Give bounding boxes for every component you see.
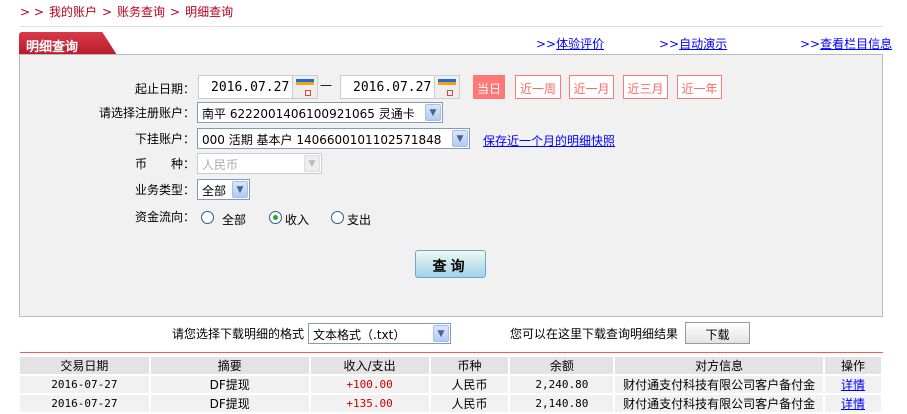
sub-account-select[interactable]: 000 活期 基本户 1406600101102571848 ▼: [197, 128, 470, 149]
col-summary: 摘要: [149, 357, 311, 376]
currency-select: 人民币 ▼: [197, 153, 322, 174]
tab-detail-query[interactable]: 明细查询: [19, 32, 117, 55]
chevron-down-icon: ▼: [452, 130, 468, 147]
account-label: 请选择注册账户：: [98, 106, 195, 120]
breadcrumb-arrows: > >: [20, 5, 44, 19]
chevron-down-icon: ▼: [433, 325, 449, 342]
col-action: 操作: [824, 357, 883, 376]
col-amount: 收入/支出: [309, 357, 431, 376]
last-week-button[interactable]: 近一周: [515, 75, 561, 99]
cell-balance: 2,140.80: [509, 394, 616, 414]
col-balance: 余额: [509, 357, 616, 376]
details-link[interactable]: 详情: [841, 397, 865, 411]
cell-amount: +100.00: [309, 375, 431, 395]
last-month-button[interactable]: 近一月: [569, 75, 614, 99]
radio-expense-label: 支出: [347, 213, 372, 227]
download-format-select[interactable]: 文本格式（.txt） ▼: [308, 323, 451, 344]
link-auto-demo[interactable]: >>自动演示: [659, 35, 727, 52]
breadcrumb-detail-query[interactable]: 明细查询: [185, 5, 233, 19]
details-link[interactable]: 详情: [841, 378, 865, 392]
end-date-input[interactable]: 2016.07.27: [340, 75, 435, 99]
breadcrumb-sep: >: [170, 5, 181, 19]
query-button[interactable]: 查询: [415, 250, 486, 278]
radio-all-label: 全部: [222, 213, 247, 227]
transaction-table: 交易日期 摘要 收入/支出 币种 余额 对方信息 操作 2016-07-27 D…: [20, 357, 883, 414]
cell-balance: 2,240.80: [509, 375, 616, 395]
business-type-label: 业务类型：: [134, 183, 195, 197]
col-counterparty: 对方信息: [614, 357, 826, 376]
table-row: 2016-07-27 DF提现 +100.00 人民币 2,240.80 财付通…: [20, 375, 883, 395]
cell-currency: 人民币: [429, 375, 511, 395]
chevron-down-icon: ▼: [232, 181, 248, 198]
table-header: 交易日期 摘要 收入/支出 币种 余额 对方信息 操作: [20, 357, 883, 376]
save-snapshot-link[interactable]: 保存近一个月的明细快照: [483, 132, 615, 149]
sub-account-label: 下挂账户：: [134, 132, 195, 146]
date-label: 起止日期：: [134, 82, 195, 96]
radio-all[interactable]: [201, 211, 214, 224]
cell-date: 2016-07-27: [20, 394, 151, 414]
radio-income[interactable]: [269, 211, 282, 224]
cell-amount: +135.00: [309, 394, 431, 414]
cell-counterparty: 财付通支付科技有限公司客户备付金: [614, 375, 826, 395]
date-dash: —: [320, 78, 332, 92]
breadcrumb-account-query[interactable]: 账务查询: [117, 5, 165, 19]
download-button[interactable]: 下载: [685, 322, 750, 344]
link-feedback[interactable]: >>体验评价: [536, 35, 604, 52]
cell-summary: DF提现: [149, 394, 311, 414]
business-type-select[interactable]: 全部 ▼: [197, 179, 250, 200]
col-date: 交易日期: [20, 357, 151, 376]
account-select[interactable]: 南平 6222001406100921065 灵通卡 ▼: [197, 102, 443, 123]
download-format-label: 请您选择下载明细的格式: [172, 327, 305, 341]
cell-counterparty: 财付通支付科技有限公司客户备付金: [614, 394, 826, 414]
breadcrumb-sep: >: [101, 5, 113, 19]
cell-date: 2016-07-27: [20, 375, 151, 395]
calendar-icon[interactable]: [434, 75, 460, 99]
last-three-months-button[interactable]: 近三月: [623, 75, 668, 99]
breadcrumb: > > 我的账户 > 账务查询 > 明细查询: [20, 3, 238, 20]
chevron-down-icon: ▼: [425, 104, 441, 121]
divider: [20, 352, 883, 353]
divider: [20, 26, 883, 27]
link-column-info[interactable]: >>查看栏目信息: [800, 35, 892, 52]
download-hint: 您可以在这里下载查询明细结果: [510, 327, 679, 341]
col-currency: 币种: [429, 357, 511, 376]
start-date-input[interactable]: 2016.07.27: [198, 75, 293, 99]
cell-summary: DF提现: [149, 375, 311, 395]
fund-flow-label: 资金流向：: [134, 210, 195, 224]
table-row: 2016-07-27 DF提现 +135.00 人民币 2,140.80 财付通…: [20, 394, 883, 414]
calendar-icon[interactable]: [292, 75, 318, 99]
chevron-down-icon: ▼: [304, 155, 320, 172]
last-year-button[interactable]: 近一年: [677, 75, 722, 99]
cell-currency: 人民币: [429, 394, 511, 414]
currency-label: 币 种：: [134, 157, 195, 171]
breadcrumb-my-account[interactable]: 我的账户: [49, 5, 97, 19]
today-button[interactable]: 当日: [473, 75, 505, 99]
radio-income-label: 收入: [285, 213, 310, 227]
radio-expense[interactable]: [331, 211, 344, 224]
